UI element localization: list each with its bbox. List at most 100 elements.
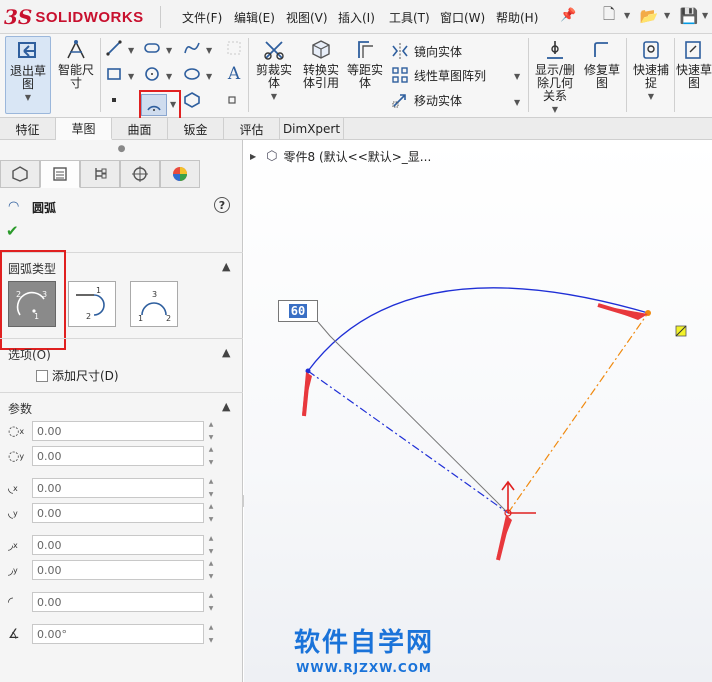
menu-edit[interactable]: 编辑(E): [234, 9, 275, 26]
quick-snaps-caret-icon[interactable]: ▼: [648, 92, 654, 101]
tangent-arc-button[interactable]: 12: [68, 281, 116, 327]
menu-help[interactable]: 帮助(H): [496, 9, 538, 26]
line-icon[interactable]: [104, 38, 124, 58]
angle-input[interactable]: [32, 624, 204, 644]
arc-tool-button[interactable]: [141, 94, 167, 116]
dimension-label[interactable]: 60: [278, 300, 318, 322]
menu-tools[interactable]: 工具(T): [389, 9, 430, 26]
slot-caret-icon[interactable]: ▼: [166, 46, 172, 55]
offset-entities-button[interactable]: 等距实体: [344, 36, 386, 90]
move-caret-icon[interactable]: ▼: [514, 98, 520, 107]
move-entities-button[interactable]: 移动实体: [390, 89, 462, 111]
plane-icon[interactable]: [222, 90, 242, 110]
display-relations-caret-icon[interactable]: ▼: [552, 105, 558, 114]
center-x-input[interactable]: [32, 421, 204, 441]
end-y-input[interactable]: [32, 560, 204, 580]
trim-caret-icon[interactable]: ▼: [271, 92, 277, 101]
sketch-canvas[interactable]: [244, 140, 712, 682]
panel-splitter[interactable]: ●: [0, 140, 243, 158]
group-separator: [0, 392, 243, 393]
line-caret-icon[interactable]: ▼: [128, 46, 134, 55]
new-caret-icon[interactable]: ▼: [624, 11, 630, 20]
three-point-arc-button[interactable]: 3 1 2: [130, 281, 178, 327]
ellipse-icon[interactable]: [182, 64, 202, 84]
circle-icon[interactable]: [142, 64, 162, 84]
start-y-spinner[interactable]: ▲ ▼: [205, 503, 217, 523]
graphics-area[interactable]: ▶ ⬡ 零件8 (默认<<默认>_显... 60 软件自学网 WWW.RJZXW…: [244, 140, 712, 682]
ellipse-caret-icon[interactable]: ▼: [206, 72, 212, 81]
page-title: 圆弧: [32, 201, 57, 215]
slot-icon[interactable]: [142, 38, 162, 58]
polygon-icon[interactable]: [182, 90, 202, 110]
display-delete-relations-button[interactable]: 显示/删除几何关系 ▼: [532, 36, 578, 114]
svg-text:2: 2: [86, 312, 91, 321]
end-y-spinner[interactable]: ▲ ▼: [205, 560, 217, 580]
snap-marker-icon: [675, 325, 687, 337]
smart-dimension-button[interactable]: 智能尺寸: [54, 36, 98, 90]
center-y-input[interactable]: [32, 446, 204, 466]
rectangle-icon[interactable]: [104, 64, 124, 84]
start-y-input[interactable]: [32, 503, 204, 523]
quick-snaps-button[interactable]: 快速捕捉 ▼: [630, 36, 672, 101]
add-dimensions-option[interactable]: 添加尺寸(D): [36, 367, 119, 384]
options-collapse-icon[interactable]: ▲: [222, 346, 230, 359]
start-x-input[interactable]: [32, 478, 204, 498]
open-caret-icon[interactable]: ▼: [664, 11, 670, 20]
circle-caret-icon[interactable]: ▼: [166, 72, 172, 81]
exit-sketch-button[interactable]: 退出草图 ▼: [5, 36, 51, 114]
new-document-icon[interactable]: 🗋: [598, 5, 620, 27]
configuration-manager-tab[interactable]: [80, 160, 120, 188]
radius-line-start: [307, 370, 509, 514]
arc-caret-icon[interactable]: ▼: [170, 100, 176, 109]
end-x-input[interactable]: [32, 535, 204, 555]
save-icon[interactable]: 💾: [678, 5, 700, 27]
tab-sketch[interactable]: 草图: [56, 118, 112, 140]
centerpoint-arc-button[interactable]: 2 3 1: [8, 281, 56, 327]
dimxpert-manager-tab[interactable]: [120, 160, 160, 188]
grid-icon[interactable]: [224, 38, 244, 58]
radius-line-end: [507, 312, 649, 514]
tab-dimxpert[interactable]: DimXpert: [280, 118, 344, 140]
center-x-spinner[interactable]: ▲ ▼: [205, 421, 217, 441]
add-dimensions-checkbox[interactable]: [36, 369, 48, 382]
tab-surfaces[interactable]: 曲面: [112, 118, 168, 140]
menu-view[interactable]: 视图(V): [286, 9, 328, 26]
tab-sheet-metal[interactable]: 钣金: [168, 118, 224, 140]
params-collapse-icon[interactable]: ▲: [222, 400, 230, 413]
exit-sketch-caret-icon[interactable]: ▼: [25, 93, 31, 102]
open-folder-icon[interactable]: 📂: [638, 5, 660, 27]
mirror-entities-button[interactable]: 镜向实体: [390, 40, 462, 62]
feature-manager-tab[interactable]: [0, 160, 40, 188]
text-icon[interactable]: A: [224, 64, 244, 84]
quick-sketch-button[interactable]: 快速草图: [676, 36, 712, 90]
end-x-row: ◞x ▲▼: [8, 534, 217, 556]
ok-checkmark-icon[interactable]: ✔: [6, 222, 19, 240]
spline-caret-icon[interactable]: ▼: [206, 46, 212, 55]
angle-spinner[interactable]: ▲ ▼: [205, 624, 217, 644]
tab-evaluate[interactable]: 评估: [224, 118, 280, 140]
menu-insert[interactable]: 插入(I): [338, 9, 375, 26]
start-x-spinner[interactable]: ▲ ▼: [205, 478, 217, 498]
save-caret-icon[interactable]: ▼: [702, 11, 708, 20]
dimension-value[interactable]: 60: [288, 304, 308, 318]
arc-type-collapse-icon[interactable]: ▲: [222, 260, 230, 273]
spline-icon[interactable]: [182, 38, 202, 58]
display-manager-tab[interactable]: [160, 160, 200, 188]
radius-input[interactable]: [32, 592, 204, 612]
menu-window[interactable]: 窗口(W): [440, 9, 485, 26]
point-icon[interactable]: [104, 90, 124, 110]
help-icon[interactable]: ?: [214, 197, 230, 213]
radius-spinner[interactable]: ▲ ▼: [205, 592, 217, 612]
menu-file[interactable]: 文件(F): [182, 9, 222, 26]
convert-entities-button[interactable]: 转换实体引用: [298, 36, 344, 90]
center-y-spinner[interactable]: ▲ ▼: [205, 446, 217, 466]
repair-sketch-button[interactable]: 修复草图: [580, 36, 624, 90]
linear-pattern-button[interactable]: 线性草图阵列: [390, 64, 486, 86]
end-x-spinner[interactable]: ▲ ▼: [205, 535, 217, 555]
rectangle-caret-icon[interactable]: ▼: [128, 72, 134, 81]
linear-pattern-caret-icon[interactable]: ▼: [514, 72, 520, 81]
pin-icon[interactable]: 📌: [560, 8, 576, 23]
property-manager-tab[interactable]: [40, 160, 80, 188]
trim-entities-button[interactable]: 剪裁实体 ▼: [252, 36, 296, 101]
tab-features[interactable]: 特征: [0, 118, 56, 140]
